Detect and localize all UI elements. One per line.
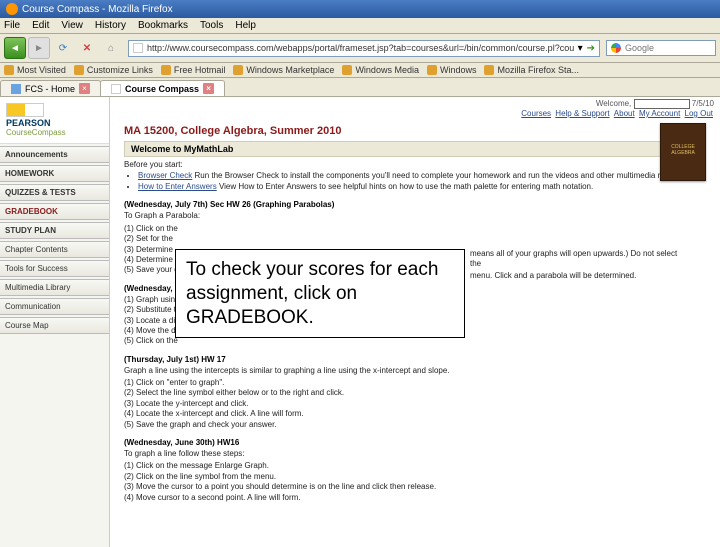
nav-homework[interactable]: HOMEWORK (0, 165, 109, 182)
callout-text: To check your scores for each assignment… (186, 259, 438, 328)
pearson-logo-icon (6, 103, 44, 117)
page-icon (427, 65, 437, 75)
menu-bookmarks[interactable]: Bookmarks (138, 20, 188, 31)
nav-gradebook[interactable]: GRADEBOOK (0, 203, 109, 220)
firefox-icon (6, 3, 18, 15)
brand-coursecompass: CourseCompass (6, 128, 103, 137)
link-about[interactable]: About (614, 109, 635, 118)
browser-check-link[interactable]: Browser Check (138, 171, 192, 180)
nav-toolbar: ◄ ► ⟳ ✕ ⌂ http://www.coursecompass.com/w… (0, 34, 720, 63)
google-icon (611, 43, 621, 53)
link-logout[interactable]: Log Out (685, 109, 713, 118)
bookmark-windows[interactable]: Windows (427, 65, 477, 75)
page-icon (161, 65, 171, 75)
bookmark-hotmail[interactable]: Free Hotmail (161, 65, 226, 75)
menu-bar: File Edit View History Bookmarks Tools H… (0, 18, 720, 34)
hw-date-1: (Wednesday, July 7th) Sec HW 26 (Graphin… (124, 200, 706, 209)
link-help[interactable]: Help & Support (555, 109, 609, 118)
tab-icon (11, 84, 21, 94)
bullet-browser-check: Browser Check Run the Browser Check to i… (138, 171, 706, 182)
forward-button: ► (28, 37, 50, 59)
hw-steps-4: (1) Click on the message Enlarge Graph. … (124, 461, 706, 503)
menu-tools[interactable]: Tools (200, 20, 223, 31)
bookmark-media[interactable]: Windows Media (342, 65, 419, 75)
link-courses[interactable]: Courses (521, 109, 551, 118)
menu-file[interactable]: File (4, 20, 20, 31)
hw-date-4: (Wednesday, June 30th) HW16 (124, 438, 706, 447)
page-icon (342, 65, 352, 75)
bookmark-marketplace[interactable]: Windows Marketplace (233, 65, 334, 75)
tab-course-compass[interactable]: Course Compass × (100, 80, 225, 96)
brand-pearson: PEARSON (6, 118, 103, 128)
page-icon (74, 65, 84, 75)
menu-edit[interactable]: Edit (32, 20, 49, 31)
folder-icon (4, 65, 14, 75)
nav-tools[interactable]: Tools for Success (0, 260, 109, 277)
callout-box: To check your scores for each assignment… (175, 249, 465, 338)
section-title: Welcome to MyMathLab (124, 141, 706, 157)
nav-communication[interactable]: Communication (0, 298, 109, 315)
textbook-cover[interactable]: COLLEGE ALGEBRA (660, 123, 706, 181)
go-button[interactable]: ➔ (587, 43, 595, 54)
close-icon[interactable]: × (203, 83, 214, 94)
hw-block-3: (Thursday, July 1st) HW 17 Graph a line … (124, 355, 706, 430)
tab-fcs-home[interactable]: FCS - Home × (0, 80, 101, 96)
url-text: http://www.coursecompass.com/webapps/por… (147, 43, 574, 53)
left-sidebar: PEARSON CourseCompass Announcements HOME… (0, 97, 110, 547)
nav-coursemap[interactable]: Course Map (0, 317, 109, 334)
brand-block: PEARSON CourseCompass (0, 97, 109, 144)
search-box[interactable] (606, 40, 716, 56)
site-icon (133, 43, 143, 53)
search-input[interactable] (625, 43, 695, 53)
bullet-enter-answers: How to Enter Answers View How to Enter A… (138, 182, 706, 193)
nav-quizzes[interactable]: QUIZZES & TESTS (0, 184, 109, 201)
left-nav: Announcements HOMEWORK QUIZZES & TESTS G… (0, 144, 109, 334)
hw-steps-3: (1) Click on "enter to graph". (2) Selec… (124, 378, 706, 430)
enter-answers-link[interactable]: How to Enter Answers (138, 182, 217, 191)
window-title: Course Compass - Mozilla Firefox (22, 4, 173, 15)
before-you-start: Before you start: Browser Check Run the … (124, 160, 706, 192)
tab-bar: FCS - Home × Course Compass × (0, 78, 720, 97)
top-account-nav: Welcome, 7/5/10 Courses Help & Support A… (520, 99, 714, 118)
reload-button[interactable]: ⟳ (52, 37, 74, 59)
course-title: MA 15200, College Algebra, Summer 2010 (124, 125, 706, 137)
menu-view[interactable]: View (61, 20, 83, 31)
stop-button[interactable]: ✕ (76, 37, 98, 59)
hw-intro-4: To graph a line follow these steps: (124, 449, 706, 459)
hw-intro-3: Graph a line using the intercepts is sim… (124, 366, 706, 376)
hw-intro-1: To Graph a Parabola: (124, 211, 706, 221)
page-icon (233, 65, 243, 75)
nav-announcements[interactable]: Announcements (0, 146, 109, 163)
nav-studyplan[interactable]: STUDY PLAN (0, 222, 109, 239)
home-button[interactable]: ⌂ (100, 37, 122, 59)
window-titlebar: Course Compass - Mozilla Firefox (0, 0, 720, 18)
menu-help[interactable]: Help (235, 20, 256, 31)
page-icon (484, 65, 494, 75)
nav-chapter[interactable]: Chapter Contents (0, 241, 109, 258)
bookmark-most-visited[interactable]: Most Visited (4, 65, 66, 75)
dropdown-icon[interactable]: ▾ (578, 43, 583, 54)
welcome-label: Welcome, (596, 99, 631, 108)
username-field[interactable] (634, 99, 690, 109)
nav-multimedia[interactable]: Multimedia Library (0, 279, 109, 296)
bookmark-mozilla[interactable]: Mozilla Firefox Sta... (484, 65, 579, 75)
hw-block-4: (Wednesday, June 30th) HW16 To graph a l… (124, 438, 706, 503)
close-icon[interactable]: × (79, 83, 90, 94)
hw-date-3: (Thursday, July 1st) HW 17 (124, 355, 706, 364)
hw-sidenote-1: means all of your graphs will open upwar… (470, 249, 690, 270)
bookmark-bar: Most Visited Customize Links Free Hotmai… (0, 63, 720, 78)
back-button[interactable]: ◄ (4, 37, 26, 59)
link-account[interactable]: My Account (639, 109, 680, 118)
bookmark-customize[interactable]: Customize Links (74, 65, 153, 75)
tab-icon (111, 84, 121, 94)
date-label: 7/5/10 (692, 99, 714, 108)
hw-sidenote-1b: menu. Click and a parabola will be deter… (470, 271, 690, 281)
url-bar[interactable]: http://www.coursecompass.com/webapps/por… (128, 40, 600, 57)
menu-history[interactable]: History (95, 20, 126, 31)
